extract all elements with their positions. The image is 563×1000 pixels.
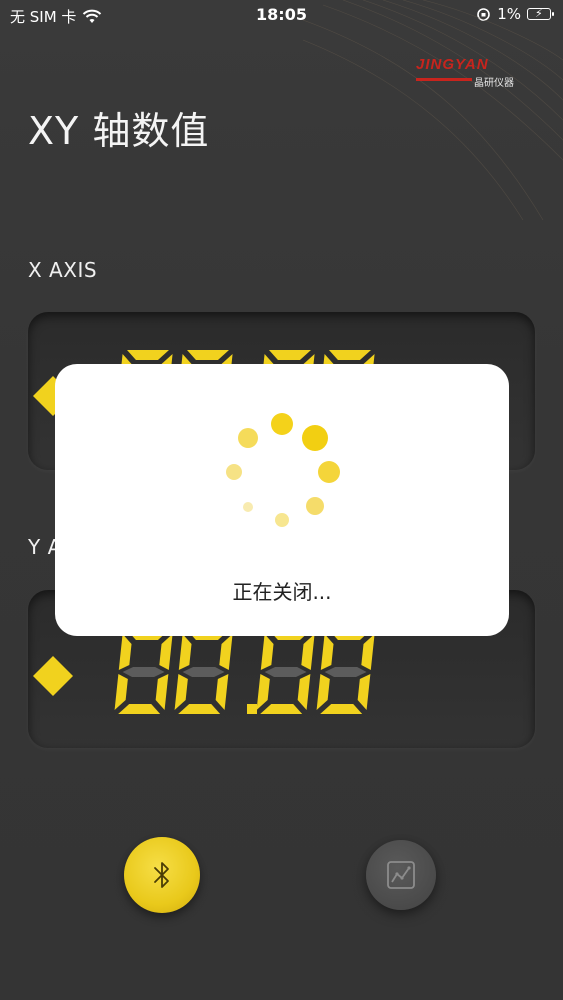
segment-f	[320, 634, 334, 670]
page-title: XY 轴数值	[28, 109, 210, 153]
bluetooth-icon	[154, 862, 169, 888]
segment-b	[301, 634, 315, 670]
segment-b	[219, 634, 233, 670]
decorative-swoosh	[303, 0, 563, 220]
segment-b	[159, 634, 173, 670]
brand-logo: JINGYAN 晶研仪器	[414, 56, 522, 89]
segment-c	[357, 674, 371, 710]
status-bar: 无 SIM 卡 18:05 1% ⚡	[0, 0, 563, 30]
segment-a	[269, 350, 311, 360]
segment-g	[264, 667, 307, 677]
segment-f	[178, 634, 192, 670]
status-right: 1% ⚡	[476, 5, 554, 23]
segment-f	[260, 634, 274, 670]
digit-cell	[256, 630, 315, 714]
chart-button[interactable]	[366, 840, 436, 910]
segment-g	[182, 667, 225, 677]
segment-e	[256, 674, 270, 710]
segment-c	[297, 674, 311, 710]
segment-g	[122, 667, 165, 677]
segment-a	[187, 350, 229, 360]
chart-button-inner	[366, 840, 436, 910]
logo-brand: JINGYAN	[416, 56, 489, 73]
logo-underline	[416, 78, 472, 81]
segment-a	[329, 350, 371, 360]
segment-d	[118, 704, 161, 714]
chart-icon	[387, 861, 415, 889]
bluetooth-button-inner	[124, 837, 200, 913]
segment-e	[174, 674, 188, 710]
loading-message: 正在关闭...	[232, 580, 332, 604]
decimal-point	[247, 704, 257, 714]
segment-d	[260, 704, 303, 714]
segment-d	[320, 704, 363, 714]
digit-cell	[174, 630, 233, 714]
segment-f	[118, 634, 132, 670]
x-axis-label: X AXIS	[28, 258, 98, 282]
battery-percent: 1%	[497, 5, 521, 23]
battery-icon: ⚡	[527, 7, 554, 20]
segment-g	[324, 667, 367, 677]
logo-subtitle: 晶研仪器	[474, 78, 514, 89]
segment-d	[178, 704, 221, 714]
segment-e	[316, 674, 330, 710]
segment-c	[215, 674, 229, 710]
app-screen: 无 SIM 卡 18:05 1% ⚡ JINGYAN 晶研仪器 XY 轴数值 X…	[0, 0, 563, 1000]
digit-cell	[114, 630, 173, 714]
segment-c	[155, 674, 169, 710]
sign-glyph	[33, 656, 73, 696]
y-axis-digits	[33, 630, 375, 714]
segment-e	[114, 674, 128, 710]
segment-a	[127, 350, 169, 360]
loading-spinner-icon	[226, 413, 340, 527]
bluetooth-button[interactable]	[124, 837, 200, 913]
digit-cell	[316, 630, 375, 714]
segment-b	[361, 634, 375, 670]
orientation-lock-icon	[477, 7, 491, 21]
